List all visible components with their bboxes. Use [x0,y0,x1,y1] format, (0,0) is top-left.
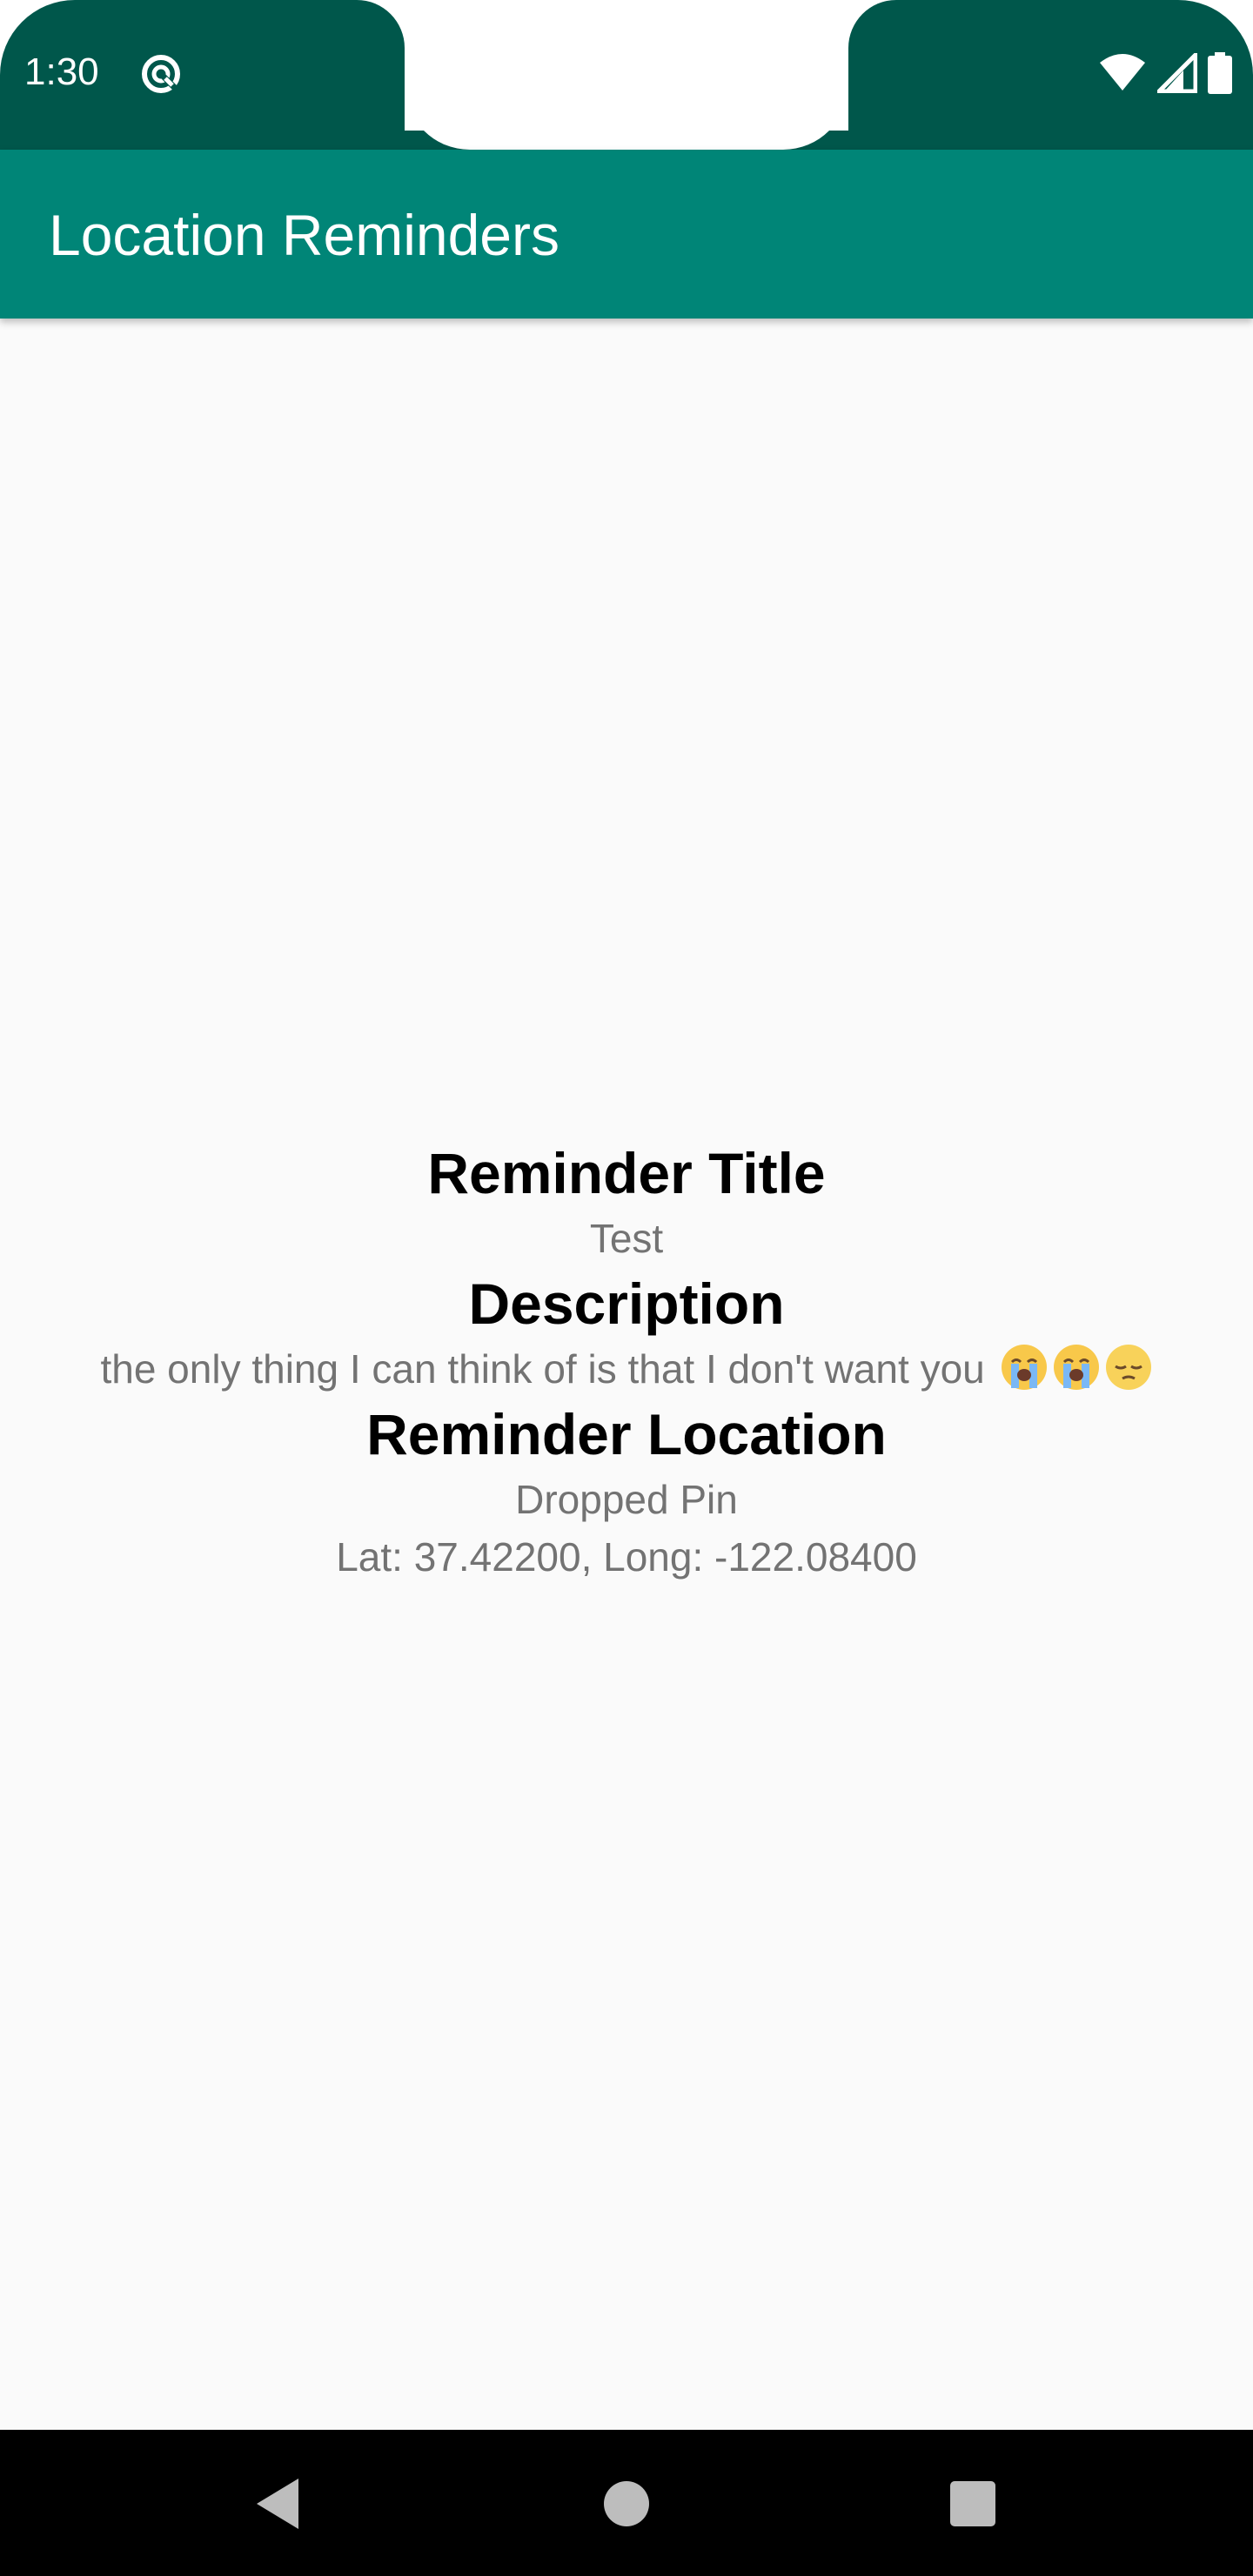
recents-icon[interactable] [942,2473,1003,2534]
location-coordinates: Lat: 37.42200, Long: -122.08400 [336,1534,917,1580]
status-time: 1:30 [24,50,99,93]
app-title: Location Reminders [49,203,559,267]
back-icon[interactable] [248,2473,309,2534]
cellular-signal-icon [1157,53,1197,93]
navigation-bar [0,2430,1253,2576]
loudly-crying-face-emoji [1053,1345,1099,1390]
battery-icon [1208,52,1232,94]
display-notch [405,0,848,150]
system-icons [1098,50,1232,96]
app-bar: Location Reminders [0,150,1253,319]
location-name: Dropped Pin [515,1477,738,1522]
pensive-face-emoji [1105,1345,1151,1390]
data-saver-icon [142,55,180,93]
reminder-detail: Reminder Title Test Description the only… [0,1137,1253,1586]
description-value: the only thing I can think of is that I … [100,1346,985,1392]
reminder-detail-screen: Reminder Title Test Description the only… [0,319,1253,2430]
reminder-title-value: Test [589,1216,664,1261]
status-bar: 1:30 [0,0,1253,150]
wifi-icon [1100,54,1145,91]
description-row: the only thing I can think of is that I … [0,1340,1253,1398]
reminder-location-heading: Reminder Location [366,1402,887,1466]
loudly-crying-face-emoji [1001,1345,1047,1390]
reminder-title-heading: Reminder Title [427,1141,826,1205]
description-heading: Description [468,1271,785,1336]
home-icon[interactable] [596,2473,657,2534]
